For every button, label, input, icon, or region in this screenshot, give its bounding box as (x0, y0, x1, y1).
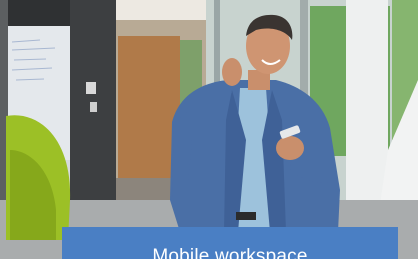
wood-wall (118, 36, 180, 196)
photo-stage: Mobile workspace (0, 0, 418, 259)
hand-on-ear (222, 58, 242, 86)
office-photo (0, 0, 418, 259)
belt (236, 212, 256, 220)
caption-banner: Mobile workspace (62, 227, 398, 259)
phone-hand (276, 136, 304, 160)
wall-switch (86, 82, 96, 94)
caption-title: Mobile workspace (152, 246, 308, 259)
top-left-ceiling (8, 0, 70, 26)
ceiling-strip (116, 0, 206, 20)
dark-pillar (70, 0, 116, 200)
wall-switch-2 (90, 102, 97, 112)
